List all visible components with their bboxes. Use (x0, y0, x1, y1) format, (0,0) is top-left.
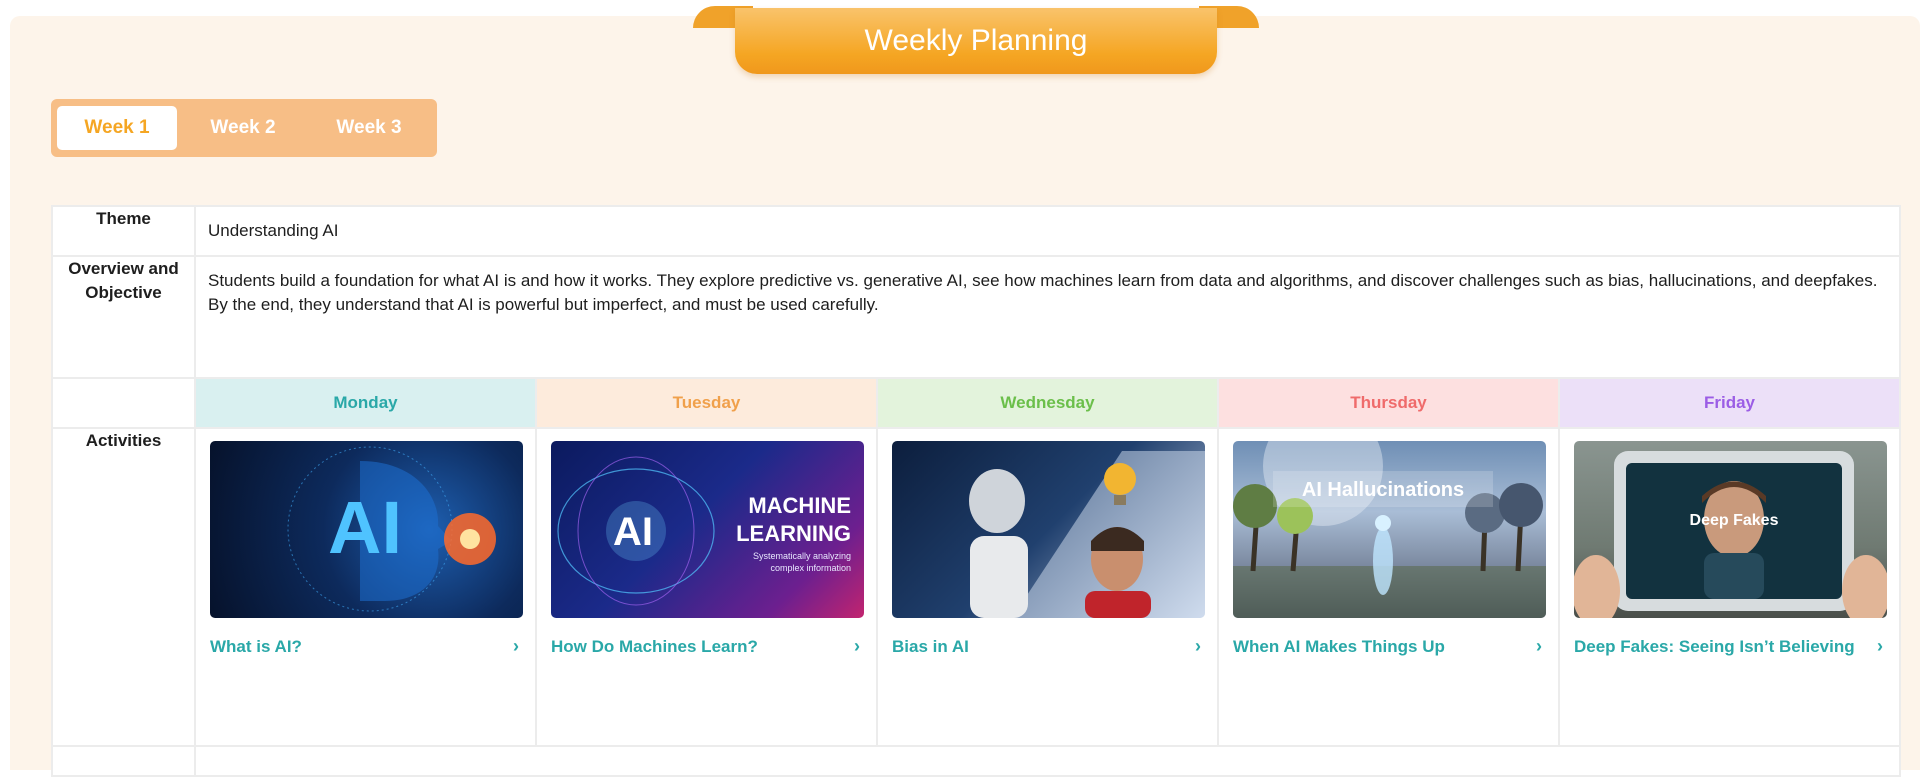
activity-title: How Do Machines Learn? (551, 636, 758, 656)
activities-row: Activities AI What is AI? › AI MACHINE L… (51, 427, 1901, 747)
svg-text:Deep Fakes: Deep Fakes (1690, 512, 1779, 529)
day-header-blank (51, 377, 196, 429)
activity-thumbnail[interactable]: AI MACHINE LEARNING Systematically analy… (551, 441, 864, 618)
day-header-thursday: Thursday (1217, 377, 1560, 429)
day-header-friday: Friday (1558, 377, 1901, 429)
activity-title: What is AI? (210, 636, 302, 656)
next-row-value (194, 745, 1901, 777)
activity-title: Deep Fakes: Seeing Isn’t Believing (1574, 636, 1855, 656)
overview-row: Overview and Objective Students build a … (51, 255, 1901, 379)
tab-week-1[interactable]: Week 1 (57, 106, 177, 150)
activity-title: Bias in AI (892, 636, 969, 656)
chevron-right-icon: › (1877, 636, 1883, 656)
activity-card-wednesday: Bias in AI › (876, 427, 1219, 747)
chevron-right-icon: › (1195, 636, 1201, 656)
theme-row: Theme Understanding AI (51, 205, 1901, 257)
activity-link-wednesday[interactable]: Bias in AI › (892, 636, 1205, 657)
title-banner: Weekly Planning (693, 6, 1259, 76)
overview-value: Students build a foundation for what AI … (194, 255, 1901, 379)
svg-text:Systematically analyzing: Systematically analyzing (753, 551, 851, 561)
activity-link-monday[interactable]: What is AI? › (210, 636, 523, 657)
theme-value: Understanding AI (194, 205, 1901, 257)
chevron-right-icon: › (513, 636, 519, 656)
page-title: Weekly Planning (735, 8, 1217, 74)
machine-learning-illustration: AI MACHINE LEARNING Systematically analy… (557, 456, 851, 606)
activity-thumbnail[interactable] (892, 441, 1205, 618)
planning-table: Theme Understanding AI Overview and Obje… (51, 205, 1901, 777)
chevron-right-icon: › (1536, 636, 1542, 656)
next-row (51, 745, 1901, 777)
activity-link-thursday[interactable]: When AI Makes Things Up › (1233, 636, 1546, 657)
activity-card-monday: AI What is AI? › (194, 427, 537, 747)
day-header-wednesday: Wednesday (876, 377, 1219, 429)
activity-thumbnail[interactable]: AI (210, 441, 523, 618)
activity-title: When AI Makes Things Up (1233, 636, 1445, 656)
svg-text:AI Hallucinations: AI Hallucinations (1302, 479, 1464, 501)
hallucinations-illustration: AI Hallucinations (1233, 441, 1546, 618)
activity-link-friday[interactable]: Deep Fakes: Seeing Isn’t Believing › (1574, 636, 1887, 657)
svg-text:MACHINE: MACHINE (748, 493, 851, 518)
chevron-right-icon: › (854, 636, 860, 656)
overview-label: Overview and Objective (51, 255, 196, 379)
activities-label: Activities (51, 427, 196, 747)
activity-card-friday: Deep Fakes Deep Fakes: Seeing Isn’t Beli… (1558, 427, 1901, 747)
svg-text:LEARNING: LEARNING (736, 521, 851, 546)
week-tabs: Week 1 Week 2 Week 3 (51, 99, 437, 157)
activity-card-tuesday: AI MACHINE LEARNING Systematically analy… (535, 427, 878, 747)
activity-link-tuesday[interactable]: How Do Machines Learn? › (551, 636, 864, 657)
next-row-label (51, 745, 196, 777)
activity-thumbnail[interactable]: Deep Fakes (1574, 441, 1887, 618)
tab-week-2[interactable]: Week 2 (183, 106, 303, 150)
day-header-tuesday: Tuesday (535, 377, 878, 429)
svg-text:AI: AI (613, 510, 653, 554)
svg-text:complex information: complex information (770, 563, 851, 573)
thumb-ai-text: AI (328, 486, 402, 569)
activity-card-thursday: AI Hallucinations When AI Makes Things U… (1217, 427, 1560, 747)
day-header-row: Monday Tuesday Wednesday Thursday Friday (51, 377, 1901, 429)
day-header-monday: Monday (194, 377, 537, 429)
tab-week-3[interactable]: Week 3 (309, 106, 429, 150)
activity-thumbnail[interactable]: AI Hallucinations (1233, 441, 1546, 618)
deep-fakes-illustration: Deep Fakes (1574, 451, 1887, 618)
ai-head-illustration: AI (287, 446, 496, 612)
theme-label: Theme (51, 205, 196, 257)
bias-robot-human-illustration (969, 451, 1205, 618)
